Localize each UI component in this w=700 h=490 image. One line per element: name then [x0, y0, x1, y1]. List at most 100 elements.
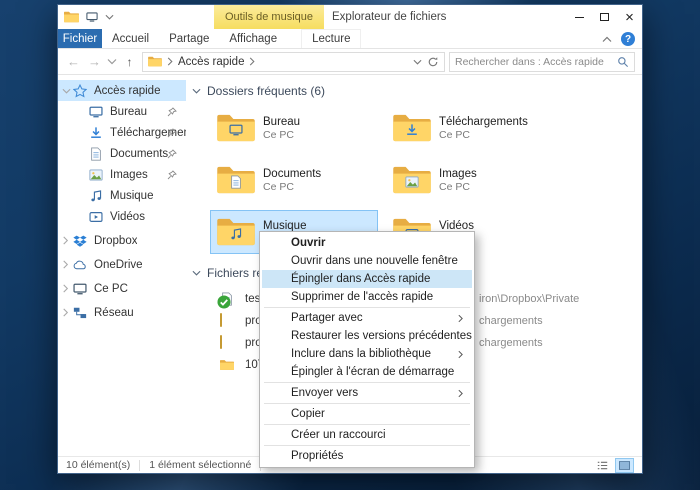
file-icon [220, 358, 236, 373]
collapse-ribbon-icon[interactable] [602, 36, 612, 43]
maximize-button[interactable] [592, 5, 617, 29]
title-bar[interactable]: Outils de musique Explorateur de fichier… [58, 5, 642, 29]
address-bar[interactable]: Accès rapide [142, 51, 445, 72]
file-icon [220, 292, 236, 307]
breadcrumb-chevron-icon[interactable] [249, 57, 255, 66]
refresh-icon[interactable] [427, 56, 439, 68]
qat-properties-icon[interactable] [86, 11, 98, 23]
menu-item-ouvrir-nouvelle-fenetre[interactable]: Ouvrir dans une nouvelle fenêtre [262, 252, 472, 270]
image-icon [89, 168, 103, 182]
menu-item-envoyer-vers[interactable]: Envoyer vers [262, 384, 472, 402]
context-menu: Ouvrir Ouvrir dans une nouvelle fenêtre … [259, 231, 475, 468]
chevron-down-icon [192, 88, 201, 94]
downloads-icon [405, 123, 419, 137]
address-dropdown-icon[interactable] [413, 59, 422, 65]
tab-fichier[interactable]: Fichier [58, 29, 102, 48]
sidebar-item-dropbox[interactable]: Dropbox [58, 230, 186, 251]
sidebar-item-reseau[interactable]: Réseau [58, 302, 186, 323]
computer-icon [73, 282, 87, 296]
pin-icon[interactable] [167, 149, 177, 159]
tab-affichage[interactable]: Affichage [219, 29, 287, 48]
thumbnails-view-button[interactable] [615, 457, 634, 473]
folder-icon [217, 165, 255, 195]
sidebar-item-ce-pc[interactable]: Ce PC [58, 278, 186, 299]
menu-item-proprietes[interactable]: Propriétés [262, 447, 472, 465]
close-button[interactable]: × [617, 5, 642, 29]
chevron-right-icon[interactable] [62, 236, 69, 245]
window-title: Explorateur de fichiers [332, 11, 447, 23]
quick-access-star-icon [73, 84, 87, 98]
qat-dropdown-icon[interactable] [105, 14, 114, 20]
tile-name: Bureau [263, 115, 301, 128]
desktop-icon [89, 105, 103, 119]
up-button[interactable]: ↑ [121, 55, 138, 69]
sidebar-item-images[interactable]: Images [58, 164, 186, 185]
submenu-chevron-icon [458, 314, 463, 323]
menu-item-inclure-bibliotheque[interactable]: Inclure dans la bibliothèque [262, 345, 472, 363]
sidebar-item-documents[interactable]: Documents [58, 143, 186, 164]
forward-button[interactable]: → [86, 54, 103, 69]
pin-icon[interactable] [167, 128, 177, 138]
ribbon-tab-row: Fichier Accueil Partage Affichage Lectur… [58, 29, 642, 49]
video-icon [89, 210, 103, 224]
search-icon[interactable] [617, 56, 629, 68]
cloud-icon [73, 258, 87, 272]
minimize-icon [575, 16, 584, 18]
pin-icon[interactable] [167, 170, 177, 180]
dropbox-icon [73, 234, 87, 248]
help-button[interactable]: ? [621, 32, 635, 46]
minimize-button[interactable] [567, 5, 592, 29]
menu-item-ouvrir[interactable]: Ouvrir [262, 234, 472, 252]
tile-name: Téléchargements [439, 115, 528, 128]
tab-partage[interactable]: Partage [159, 29, 219, 48]
folder-tile-telechargements[interactable]: Téléchargements Ce PC [386, 106, 554, 150]
search-box[interactable] [449, 51, 635, 72]
maximize-icon [600, 13, 609, 21]
sidebar-item-onedrive[interactable]: OneDrive [58, 254, 186, 275]
folder-icon [393, 165, 431, 195]
status-divider [139, 459, 141, 471]
file-path: iron\Dropbox\Private [479, 293, 580, 305]
tab-lecture[interactable]: Lecture [301, 29, 362, 48]
contextual-group-label: Outils de musique [224, 11, 314, 23]
menu-item-epingler-ecran-demarrage[interactable]: Épingler à l'écran de démarrage [262, 363, 472, 381]
sidebar-item-telechargements[interactable]: Téléchargements [58, 122, 186, 143]
submenu-chevron-icon [458, 350, 463, 359]
details-view-icon [596, 460, 609, 471]
chevron-right-icon[interactable] [62, 284, 69, 293]
search-input[interactable] [455, 55, 613, 68]
menu-item-supprimer-acces-rapide[interactable]: Supprimer de l'accès rapide [262, 288, 472, 306]
frequent-folders-header[interactable]: Dossiers fréquents (6) [192, 81, 642, 101]
folder-tile-documents[interactable]: Documents Ce PC [210, 158, 378, 202]
breadcrumb-location[interactable]: Accès rapide [178, 56, 244, 68]
menu-item-copier[interactable]: Copier [262, 405, 472, 423]
contextual-tab-group[interactable]: Outils de musique [214, 5, 324, 29]
chevron-down-icon[interactable] [62, 88, 71, 94]
sidebar-item-label: Ce PC [94, 282, 128, 295]
details-view-button[interactable] [593, 458, 612, 473]
sidebar-item-musique[interactable]: Musique [58, 185, 186, 206]
sidebar-item-acces-rapide[interactable]: Accès rapide [58, 80, 186, 101]
document-icon [89, 147, 103, 161]
ribbon-right-controls: ? [602, 29, 635, 49]
chevron-right-icon[interactable] [62, 308, 69, 317]
tab-accueil[interactable]: Accueil [102, 29, 159, 48]
sidebar-item-bureau[interactable]: Bureau [58, 101, 186, 122]
downloads-icon [89, 126, 103, 140]
recent-locations-icon[interactable] [107, 58, 117, 65]
back-button[interactable]: ← [65, 54, 82, 69]
file-path: chargements [479, 337, 543, 349]
breadcrumb-chevron-icon[interactable] [167, 57, 173, 66]
sidebar-item-videos[interactable]: Vidéos [58, 206, 186, 227]
tile-location: Ce PC [439, 180, 470, 193]
menu-item-creer-raccourci[interactable]: Créer un raccourci [262, 426, 472, 444]
menu-item-restaurer-versions[interactable]: Restaurer les versions précédentes [262, 327, 472, 345]
menu-item-partager-avec[interactable]: Partager avec [262, 309, 472, 327]
folder-tile-bureau[interactable]: Bureau Ce PC [210, 106, 378, 150]
folder-tile-images[interactable]: Images Ce PC [386, 158, 554, 202]
chevron-right-icon[interactable] [62, 260, 69, 269]
navigation-pane: Accès rapide Bureau Téléchargements Docu… [58, 75, 186, 456]
submenu-chevron-icon [458, 389, 463, 398]
menu-item-epingler-acces-rapide[interactable]: Épingler dans Accès rapide [262, 270, 472, 288]
pin-icon[interactable] [167, 107, 177, 117]
